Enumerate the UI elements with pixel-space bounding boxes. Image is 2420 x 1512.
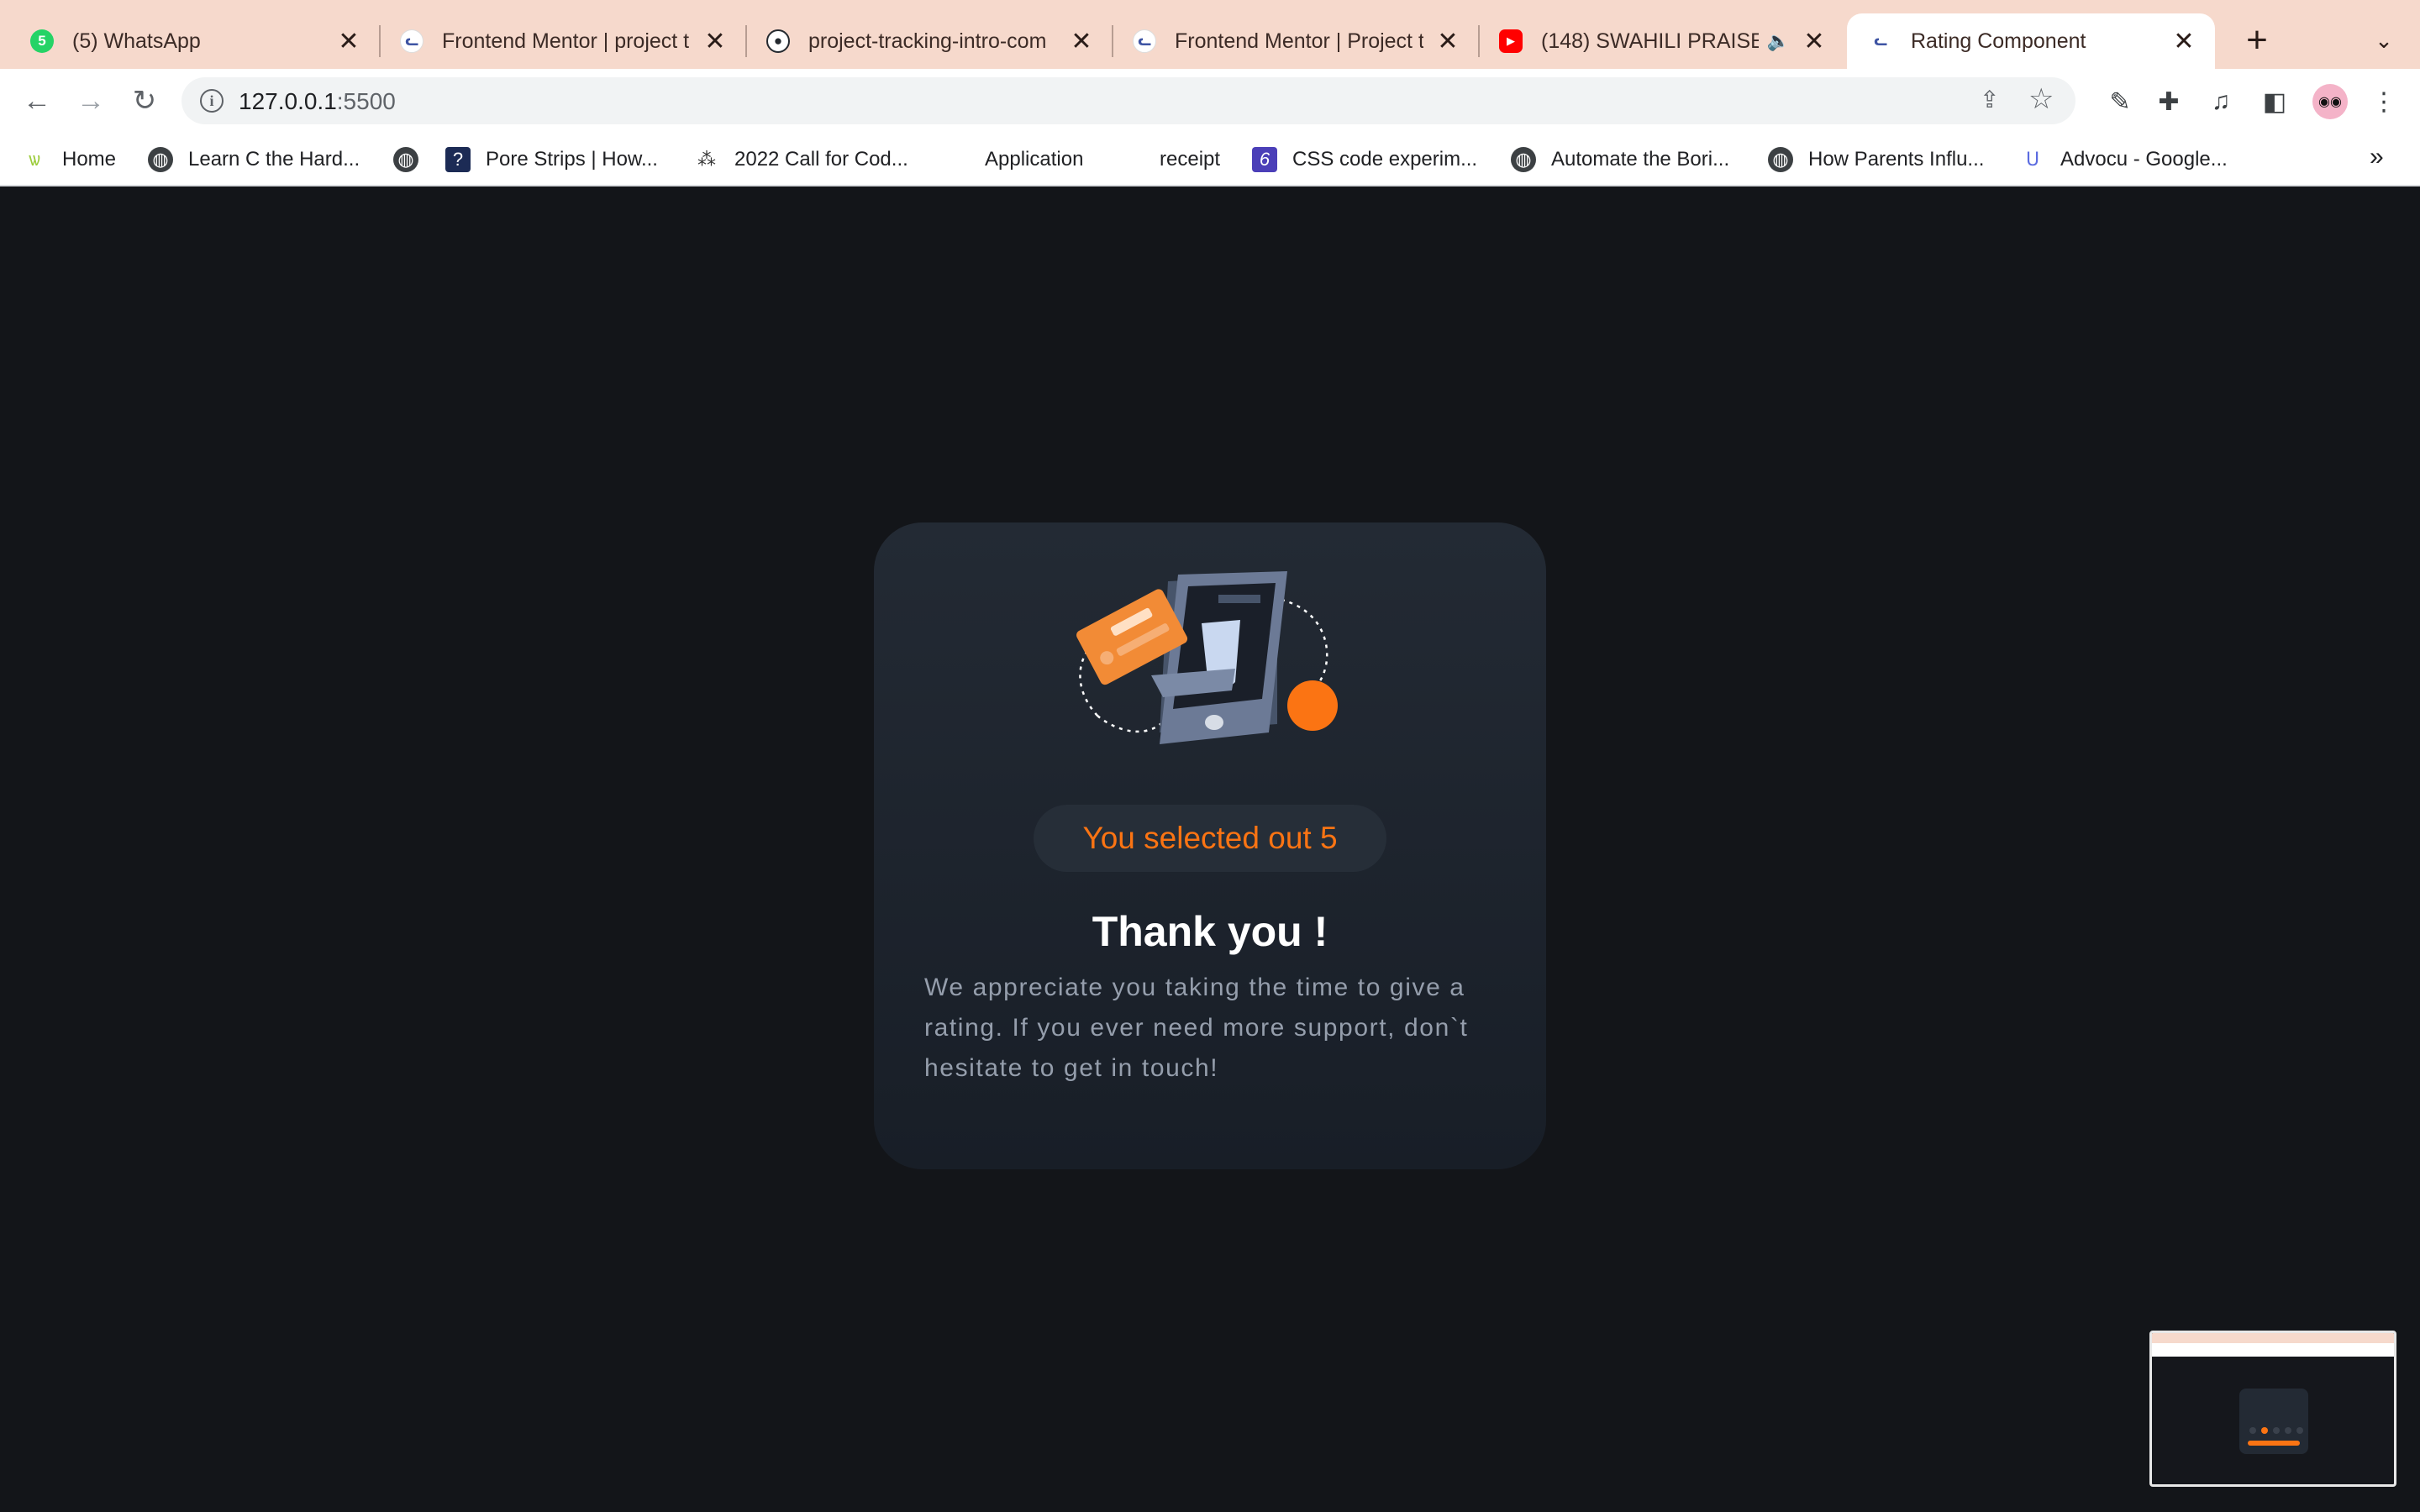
bookmark-receipt[interactable]: receipt bbox=[1160, 141, 1220, 178]
globe-icon: ◍ bbox=[1511, 147, 1536, 172]
close-icon[interactable]: ✕ bbox=[1434, 27, 1462, 55]
bookmark-label: Application bbox=[985, 148, 1084, 171]
preview-dot bbox=[2296, 1427, 2303, 1434]
media-control-icon[interactable]: ♫ bbox=[2203, 84, 2238, 119]
site-info-icon[interactable]: i bbox=[200, 89, 224, 113]
wordpress-icon: ѡ bbox=[29, 149, 40, 170]
github-icon: ● bbox=[766, 29, 790, 53]
bookmark-star-icon[interactable]: ☆ bbox=[2028, 82, 2054, 116]
bookmark-label: 2022 Call for Cod... bbox=[734, 148, 908, 171]
preview-tabstrip bbox=[2152, 1333, 2394, 1343]
screen-preview-thumbnail[interactable] bbox=[2149, 1331, 2396, 1487]
whatsapp-icon: 5 bbox=[30, 29, 54, 53]
advocu-icon: Ս bbox=[2025, 149, 2040, 170]
address-bar[interactable]: i 127.0.0.1:5500 ⇪ ☆ bbox=[182, 77, 2075, 124]
pen-extension-icon[interactable]: ✎ bbox=[2102, 84, 2138, 119]
phone-speaker bbox=[1218, 595, 1260, 603]
close-icon[interactable]: ✕ bbox=[2170, 27, 2198, 55]
preview-dot bbox=[2261, 1427, 2268, 1434]
bookmarks-overflow-icon[interactable]: » bbox=[2370, 143, 2384, 171]
browser-toolbar: ← → ↻ i 127.0.0.1:5500 ⇪ ☆ ✎ ✚ ♫ ◧ ◉◉ ⋮ bbox=[0, 69, 2420, 133]
frontend-mentor-icon: ᓚ bbox=[400, 29, 424, 53]
tab-frontend-mentor-1[interactable]: ᓚ Frontend Mentor | project t ✕ bbox=[380, 13, 747, 69]
url-port: :5500 bbox=[336, 88, 396, 114]
back-icon[interactable]: ← bbox=[17, 81, 57, 121]
six-icon: 6 bbox=[1252, 147, 1277, 172]
speaker-icon[interactable]: 🔈 bbox=[1767, 30, 1790, 52]
bookmark-advocu[interactable]: Ս Advocu - Google... bbox=[2020, 141, 2228, 178]
new-tab-button[interactable]: + bbox=[2235, 18, 2279, 62]
close-icon[interactable]: ✕ bbox=[1067, 27, 1096, 55]
forward-icon[interactable]: → bbox=[71, 81, 111, 121]
close-icon[interactable]: ✕ bbox=[334, 27, 363, 55]
tab-frontend-mentor-2[interactable]: ᓚ Frontend Mentor | Project t ✕ bbox=[1113, 13, 1480, 69]
bookmark-label: Pore Strips | How... bbox=[486, 148, 658, 171]
hive-icon: ⁂ bbox=[697, 149, 716, 170]
bookmark-pore-strips[interactable]: ? Pore Strips | How... bbox=[445, 141, 658, 178]
more-menu-icon[interactable]: ⋮ bbox=[2366, 84, 2402, 119]
tab-rating-component[interactable]: ᓚ Rating Component ✕ bbox=[1847, 13, 2215, 69]
bookmarks-bar: ѡ Home ◍ Learn C the Hard... ◍ ? Pore St… bbox=[0, 133, 2420, 186]
orbit-line-bottom bbox=[1097, 715, 1170, 733]
page-viewport: You selected out 5 Thank you ! We apprec… bbox=[0, 186, 2420, 1512]
share-icon[interactable]: ⇪ bbox=[1980, 86, 1999, 113]
tab-title: Frontend Mentor | Project t bbox=[1175, 29, 1423, 53]
url-text[interactable]: 127.0.0.1:5500 bbox=[239, 88, 396, 115]
browser-tab-strip: 5 (5) WhatsApp ✕ ᓚ Frontend Mentor | pro… bbox=[0, 0, 2420, 69]
bookmark-label: Learn C the Hard... bbox=[188, 148, 360, 171]
preview-dot bbox=[2273, 1427, 2280, 1434]
preview-button bbox=[2248, 1441, 2300, 1446]
bookmark-label: Home bbox=[62, 148, 117, 171]
bookmark-css-code[interactable]: 6 CSS code experim... bbox=[1252, 141, 1477, 178]
url-host: 127.0.0.1 bbox=[239, 88, 337, 114]
selection-badge: You selected out 5 bbox=[1034, 805, 1386, 872]
preview-dot bbox=[2285, 1427, 2291, 1434]
globe-icon: ◍ bbox=[148, 147, 173, 172]
globe-icon: ◍ bbox=[1768, 147, 1793, 172]
frontend-mentor-icon: ᓚ bbox=[1133, 29, 1156, 53]
tab-whatsapp[interactable]: 5 (5) WhatsApp ✕ bbox=[0, 13, 381, 69]
bookmark-home[interactable]: ѡ Home bbox=[22, 141, 116, 178]
phone-button bbox=[1205, 715, 1223, 730]
youtube-icon: ▶ bbox=[1499, 29, 1523, 53]
tab-title: (5) WhatsApp bbox=[72, 29, 201, 53]
bookmark-label: Automate the Bori... bbox=[1551, 148, 1730, 171]
close-icon[interactable]: ✕ bbox=[1800, 27, 1828, 55]
tab-title: project-tracking-intro-com bbox=[808, 29, 1047, 53]
tab-title: Rating Component bbox=[1911, 29, 2086, 53]
bookmark-call-for-code[interactable]: ⁂ 2022 Call for Cod... bbox=[694, 141, 908, 178]
profile-avatar[interactable]: ◉◉ bbox=[2312, 84, 2348, 119]
extensions-puzzle-icon[interactable]: ✚ bbox=[2151, 84, 2186, 119]
bookmark-label: receipt bbox=[1160, 148, 1221, 171]
payment-illustration bbox=[1076, 571, 1338, 744]
question-icon: ? bbox=[445, 147, 471, 172]
selection-text: You selected out 5 bbox=[1082, 821, 1338, 855]
bookmark-label: Advocu - Google... bbox=[2060, 148, 2228, 171]
globe-icon: ◍ bbox=[393, 147, 418, 172]
thank-you-description: We appreciate you taking the time to giv… bbox=[924, 974, 1469, 1082]
bookmark-how-parents[interactable]: ◍ How Parents Influ... bbox=[1768, 141, 1984, 178]
coin-circle bbox=[1287, 680, 1338, 731]
tab-search-icon[interactable]: ⌄ bbox=[2363, 18, 2405, 62]
bookmark-automate[interactable]: ◍ Automate the Bori... bbox=[1511, 141, 1729, 178]
close-icon[interactable]: ✕ bbox=[701, 27, 729, 55]
preview-dot bbox=[2249, 1427, 2256, 1434]
reload-icon[interactable]: ↻ bbox=[124, 81, 165, 121]
bookmark-application[interactable]: Application bbox=[985, 141, 1083, 178]
bookmark-label: How Parents Influ... bbox=[1808, 148, 1985, 171]
bookmark-globe[interactable]: ◍ bbox=[393, 141, 434, 178]
bookmark-label: CSS code experim... bbox=[1292, 148, 1478, 171]
bookmark-learn-c[interactable]: ◍ Learn C the Hard... bbox=[148, 141, 360, 178]
tab-github[interactable]: ● project-tracking-intro-com ✕ bbox=[746, 13, 1113, 69]
preview-toolbar bbox=[2152, 1343, 2394, 1357]
thank-you-card: You selected out 5 Thank you ! We apprec… bbox=[874, 522, 1546, 1169]
tab-title: Frontend Mentor | project t bbox=[442, 29, 690, 53]
tab-title: (148) SWAHILI PRAISE bbox=[1541, 29, 1759, 53]
side-panel-icon[interactable]: ◧ bbox=[2257, 84, 2292, 119]
tab-youtube[interactable]: ▶ (148) SWAHILI PRAISE 🔈 ✕ bbox=[1479, 13, 1845, 69]
frontend-mentor-icon: ᓚ bbox=[1869, 29, 1892, 53]
thank-you-heading: Thank you ! bbox=[1092, 908, 1328, 955]
